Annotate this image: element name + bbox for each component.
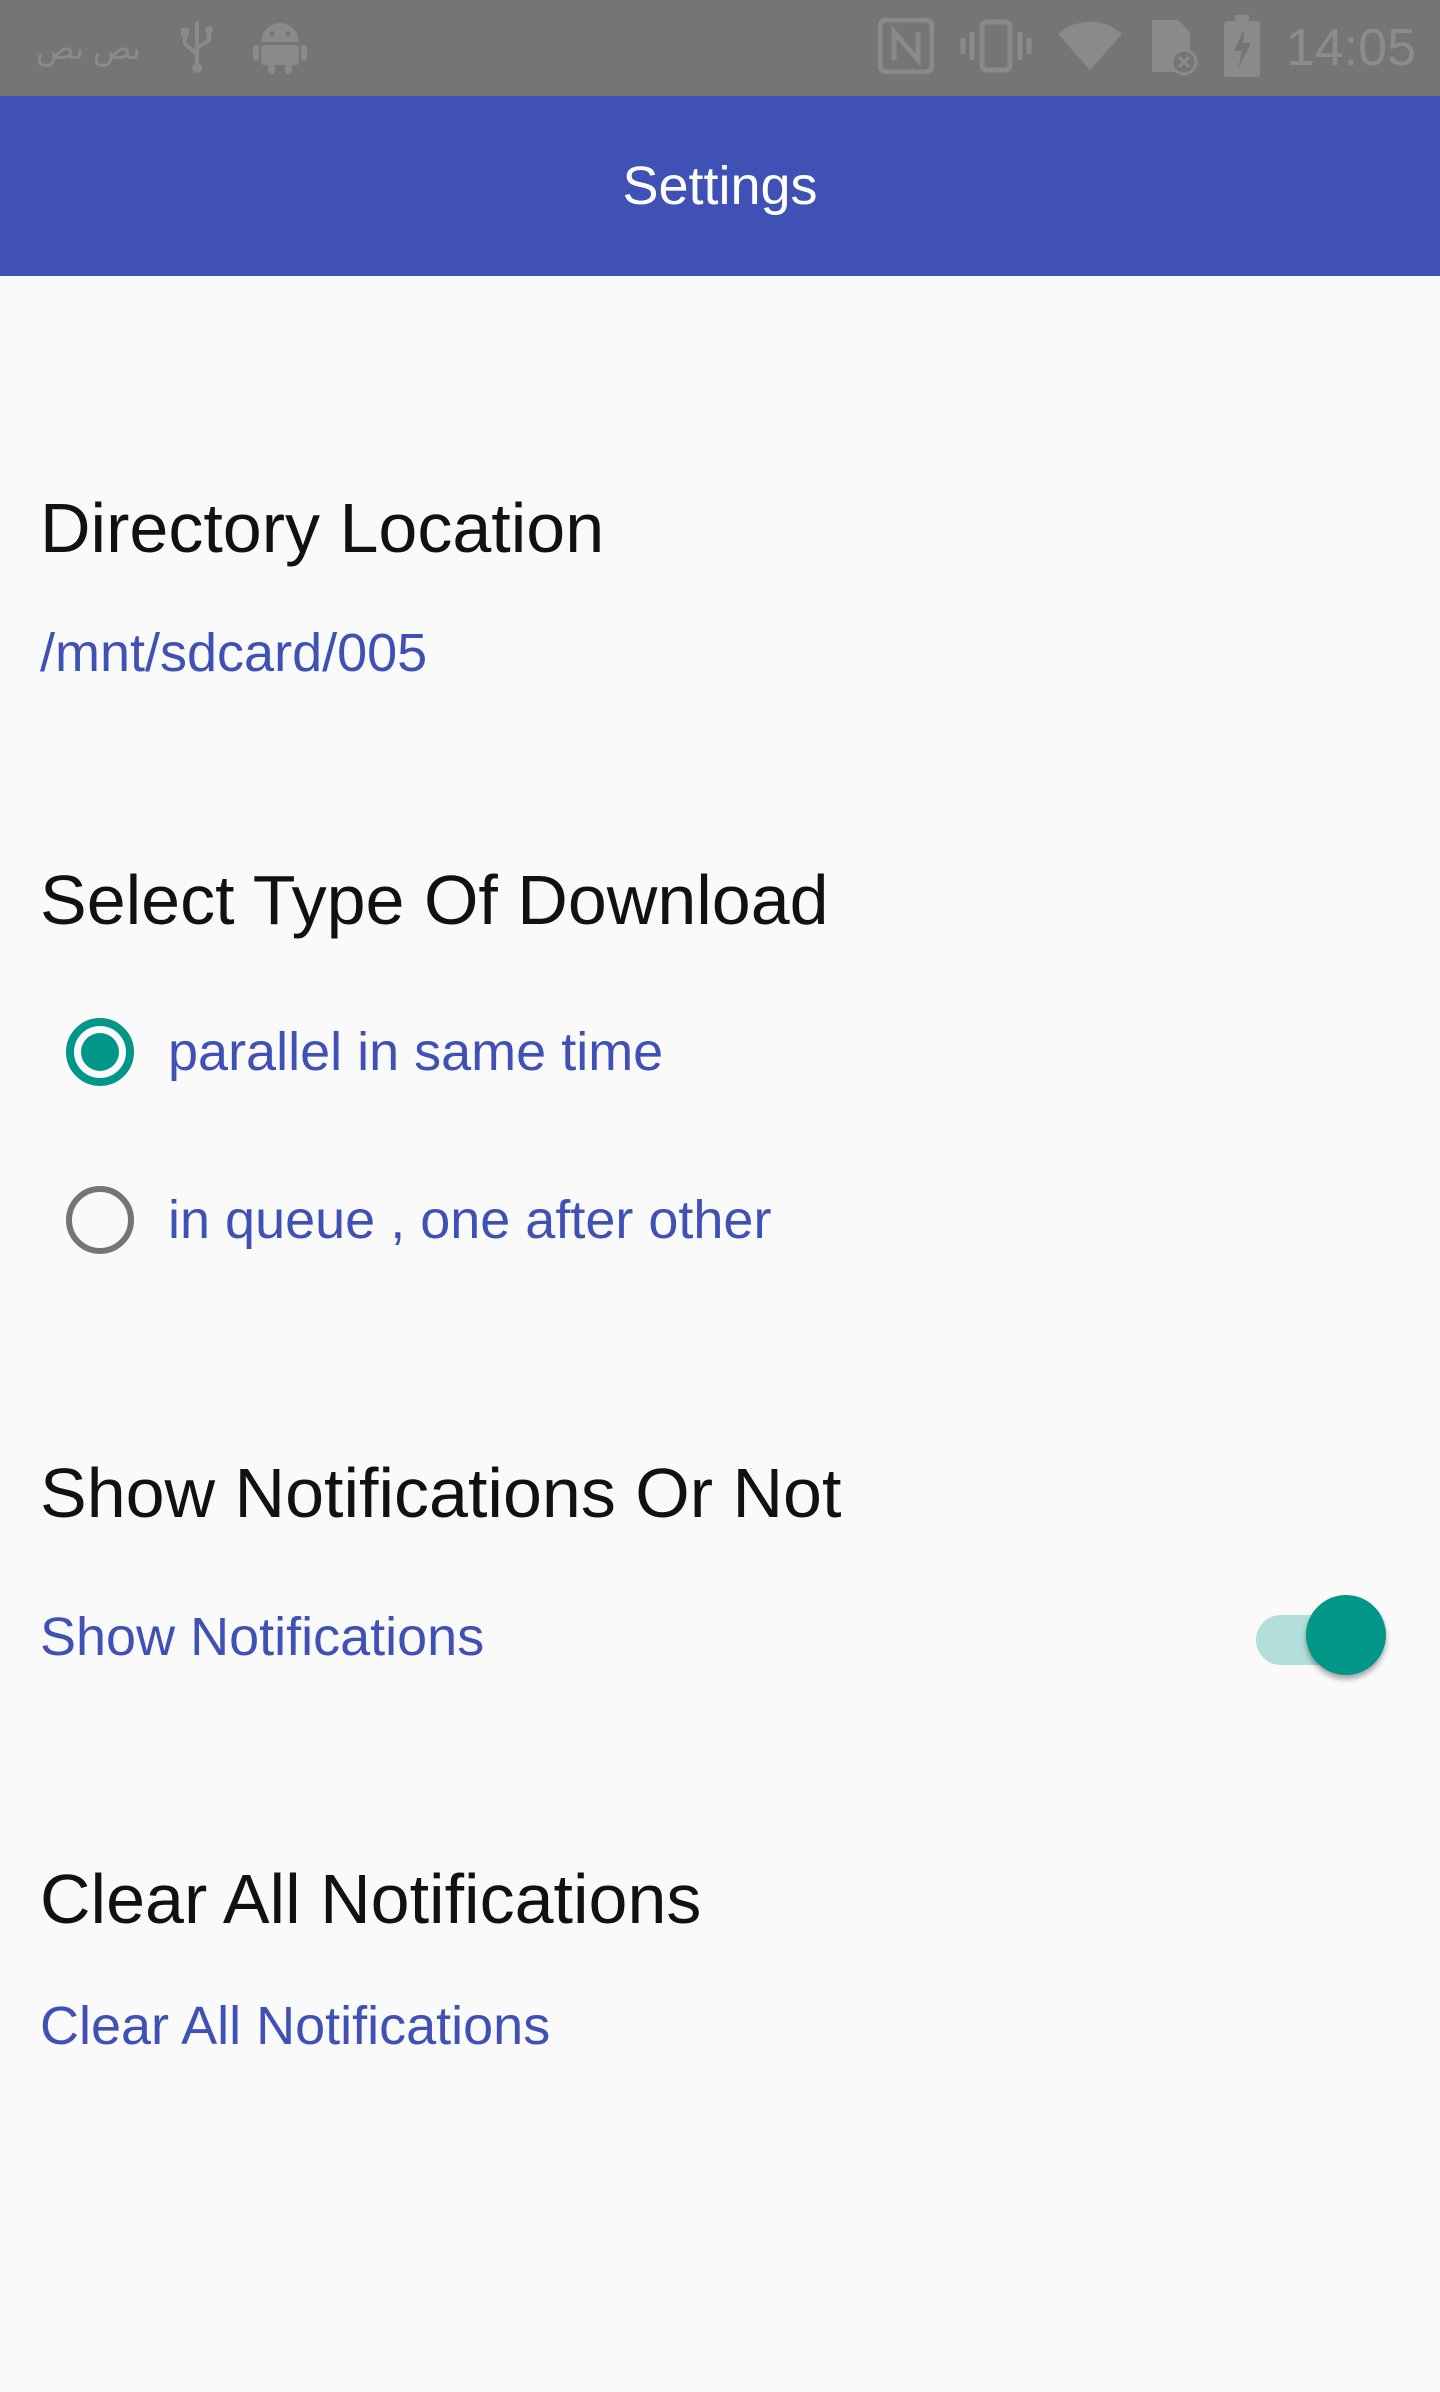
page-title: Settings	[622, 156, 818, 216]
status-time: 14:05	[1285, 19, 1416, 77]
switch-thumb[interactable]	[1306, 1595, 1386, 1675]
status-right: 14:05	[877, 14, 1416, 82]
clear-all-notifications-link[interactable]: Clear All Notifications	[40, 1995, 550, 2057]
show-notifications-switch[interactable]	[1250, 1595, 1390, 1675]
usb-icon	[177, 18, 217, 79]
vibrate-icon	[960, 18, 1032, 79]
show-notifications-label[interactable]: Show Notifications	[40, 1606, 484, 1668]
battery-charging-icon	[1223, 14, 1260, 82]
status-left: ىص ىص	[36, 18, 308, 79]
clear-notifications-title: Clear All Notifications	[40, 1860, 702, 1938]
radio-option-parallel[interactable]: parallel in same time	[40, 992, 663, 1112]
radio-button-checked[interactable]	[40, 992, 160, 1112]
status-bar: ىص ىص 14:05	[0, 0, 1440, 96]
status-notification-text: ىص ىص	[36, 30, 142, 66]
radio-label-queue[interactable]: in queue , one after other	[168, 1189, 771, 1251]
notifications-title: Show Notifications Or Not	[40, 1454, 842, 1532]
directory-location-title: Directory Location	[40, 489, 605, 567]
radio-dot	[81, 1033, 119, 1071]
nfc-icon	[877, 17, 935, 79]
directory-path-link[interactable]: /mnt/sdcard/005	[40, 622, 427, 684]
sim-icon	[1148, 16, 1198, 81]
radio-option-queue[interactable]: in queue , one after other	[40, 1160, 771, 1280]
wifi-icon	[1057, 20, 1122, 77]
radio-label-parallel[interactable]: parallel in same time	[168, 1021, 663, 1083]
android-icon	[253, 18, 308, 79]
radio-button-unchecked[interactable]	[40, 1160, 160, 1280]
app-bar: Settings	[0, 96, 1440, 276]
download-type-title: Select Type Of Download	[40, 861, 829, 939]
